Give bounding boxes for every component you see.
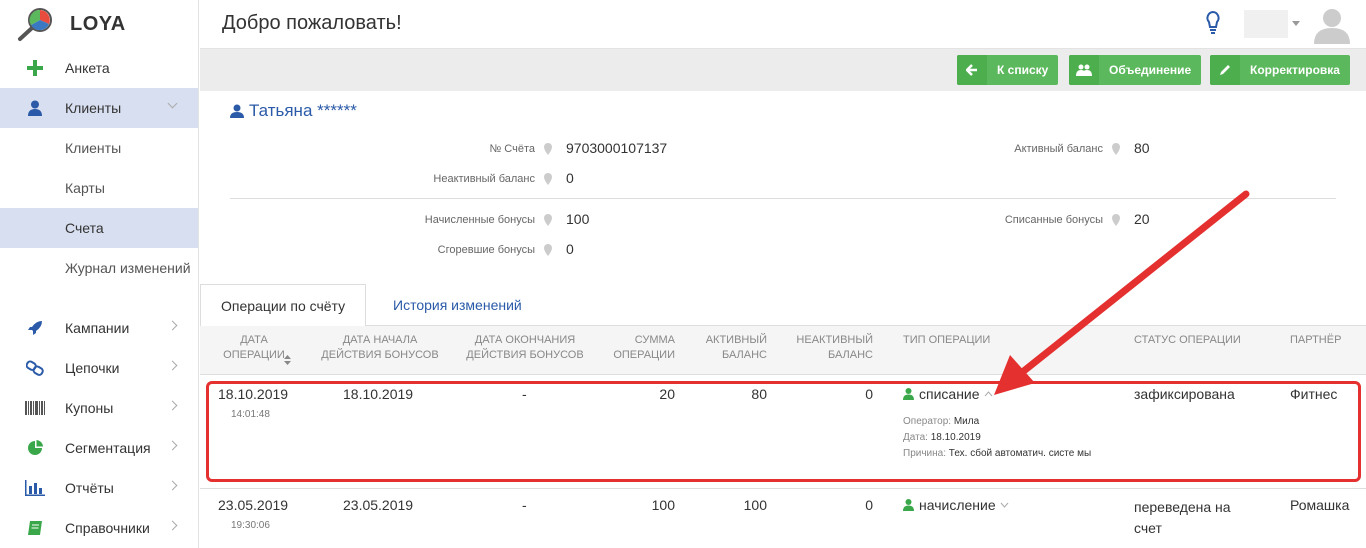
sidebar-item-label: Справочники — [65, 520, 150, 536]
sidebar-item-clients[interactable]: Клиенты — [0, 88, 198, 128]
column-header-active-balance: Активный баланс — [705, 334, 767, 361]
bar-chart-icon — [22, 480, 48, 496]
sidebar-subitem-clients[interactable]: Клиенты — [0, 128, 198, 168]
page-title: Добро пожаловать! — [222, 12, 402, 34]
chevron-right-icon — [167, 440, 178, 451]
sidebar-item-reports[interactable]: Отчёты — [0, 468, 198, 508]
back-to-list-button[interactable]: К списку — [957, 55, 1059, 85]
column-header-partner: Партнёр — [1290, 334, 1342, 346]
cell-date: 23.05.2019 — [218, 497, 289, 513]
cell-partner: Ромашка — [1290, 497, 1350, 513]
avatar[interactable] — [1312, 4, 1352, 44]
annotation-arrow — [994, 190, 1250, 395]
active-balance-value: 80 — [1134, 140, 1150, 156]
chevron-down-icon — [1000, 502, 1009, 508]
map-marker-icon — [544, 214, 552, 226]
sidebar-subitem-accounts[interactable]: Счета — [0, 208, 198, 248]
button-label: К списку — [997, 63, 1049, 77]
sidebar-item-campaigns[interactable]: Кампании — [0, 308, 198, 348]
cell-bonus-end: - — [522, 497, 527, 513]
user-icon — [903, 499, 914, 511]
active-balance-label: Активный баланс — [1014, 143, 1103, 155]
client-name[interactable]: Татьяна ****** — [230, 101, 357, 121]
sidebar-item-label: Анкета — [65, 60, 110, 76]
sidebar-item-label: Клиенты — [65, 100, 122, 116]
logo-icon — [18, 8, 52, 41]
sidebar-item-directories[interactable]: Справочники — [0, 508, 198, 548]
cell-bonus-start: 23.05.2019 — [343, 497, 414, 513]
sidebar-item-chains[interactable]: Цепочки — [0, 348, 198, 388]
logo[interactable]: LOYA — [0, 0, 198, 48]
rocket-icon — [22, 320, 48, 336]
burned-bonuses-label: Сгоревшие бонусы — [437, 244, 535, 256]
map-marker-icon — [544, 244, 552, 256]
book-icon — [22, 520, 48, 536]
cell-inactive-balance: 0 — [865, 497, 873, 513]
cell-time: 19:30:06 — [231, 520, 270, 531]
button-label: Объединение — [1109, 63, 1192, 77]
burned-bonuses-value: 0 — [566, 241, 574, 257]
arrow-left-icon — [957, 55, 987, 85]
map-marker-icon — [544, 173, 552, 185]
cell-operation-status: переведена на счет — [1134, 499, 1231, 536]
sidebar-item-coupons[interactable]: Купоны — [0, 388, 198, 428]
user-icon — [230, 104, 244, 118]
sidebar-item-segmentation[interactable]: Сегментация — [0, 428, 198, 468]
map-marker-icon — [544, 143, 552, 155]
chevron-right-icon — [167, 320, 178, 331]
user-menu[interactable] — [1244, 10, 1304, 38]
chevron-right-icon — [167, 480, 178, 491]
inactive-balance-value: 0 — [566, 170, 574, 186]
cell-operation-type: начисление — [919, 497, 996, 513]
sidebar-item-label: Купоны — [65, 400, 114, 416]
sidebar-item-label: Цепочки — [65, 360, 120, 376]
tab-operations[interactable]: Операции по счёту — [200, 284, 367, 327]
column-header-amount: Сумма операции — [613, 334, 675, 361]
toolbar: К списку Объединение Корректировка — [200, 49, 1366, 91]
caret-down-icon — [1292, 21, 1300, 26]
sidebar-item-label: Отчёты — [65, 480, 114, 496]
users-icon — [1069, 55, 1099, 85]
top-header: Добро пожаловать! — [200, 0, 1366, 49]
brand-name: LOYA — [70, 12, 126, 35]
sidebar-item-label: Сегментация — [65, 440, 151, 456]
account-number-label: № Счёта — [489, 143, 535, 155]
user-icon — [22, 100, 48, 116]
row-divider — [200, 488, 1366, 489]
cell-amount: 100 — [651, 497, 675, 513]
accrued-bonuses-label: Начисленные бонусы — [424, 214, 535, 226]
column-header-bonus-end: Дата окончания действия бонусов — [466, 334, 584, 361]
accrued-bonuses-value: 100 — [566, 211, 590, 227]
operation-type-toggle[interactable]: начисление — [903, 497, 1009, 513]
sidebar-item-label: Кампании — [65, 320, 130, 336]
plus-icon — [22, 60, 48, 76]
pie-chart-icon — [22, 440, 48, 456]
map-marker-icon — [1112, 143, 1120, 155]
sidebar-subitem-changelog[interactable]: Журнал изменений — [0, 248, 198, 308]
adjust-button[interactable]: Корректировка — [1210, 55, 1350, 85]
column-header-date[interactable]: Дата операции — [200, 333, 308, 365]
column-header-inactive-balance: Неактивный баланс — [796, 334, 873, 361]
lightbulb-icon[interactable] — [1205, 10, 1221, 36]
sort-icon — [284, 355, 291, 365]
pencil-icon — [1210, 55, 1240, 85]
user-name-placeholder — [1244, 10, 1288, 38]
sidebar: LOYA Анкета Клиенты Клиенты Карты Счета … — [0, 0, 199, 548]
chevron-down-icon — [167, 98, 178, 109]
barcode-icon — [22, 401, 48, 415]
sidebar-subitem-cards[interactable]: Карты — [0, 168, 198, 208]
button-label: Корректировка — [1250, 63, 1340, 77]
chevron-right-icon — [167, 520, 178, 531]
chevron-right-icon — [167, 360, 178, 371]
merge-button[interactable]: Объединение — [1069, 55, 1202, 85]
tab-history[interactable]: История изменений — [373, 284, 542, 326]
cell-active-balance: 100 — [743, 497, 767, 513]
column-header-bonus-start: Дата начала действия бонусов — [321, 334, 439, 361]
chevron-right-icon — [167, 400, 178, 411]
account-number-value: 9703000107137 — [566, 140, 668, 156]
inactive-balance-label: Неактивный баланс — [433, 173, 535, 185]
client-name-text: Татьяна ****** — [249, 101, 357, 120]
link-icon — [22, 360, 48, 376]
sidebar-item-questionnaire[interactable]: Анкета — [0, 48, 198, 88]
